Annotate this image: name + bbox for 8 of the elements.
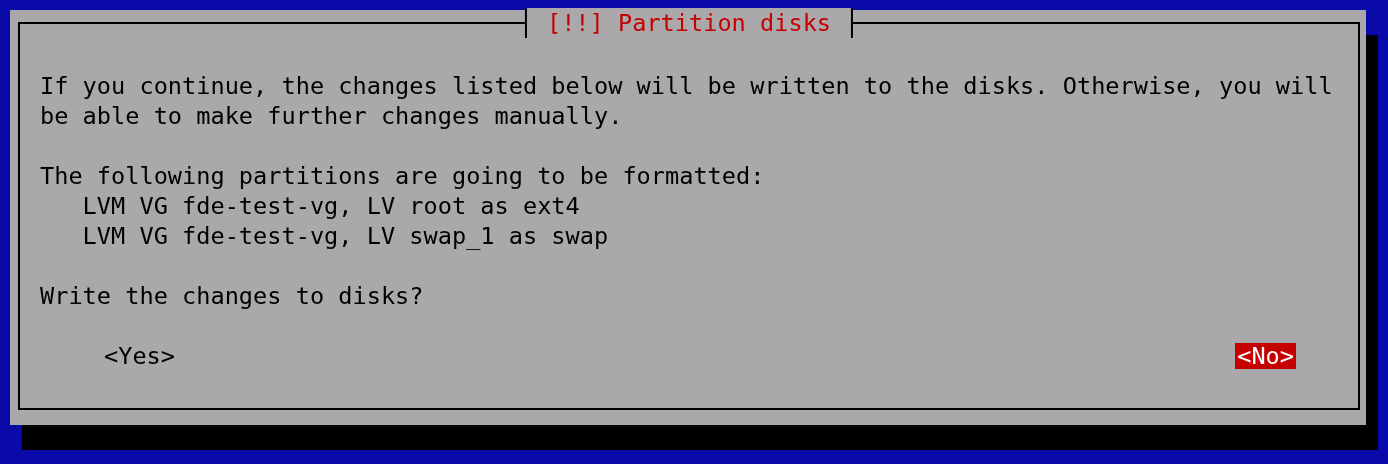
list-heading: The following partitions are going to be formatted: bbox=[40, 161, 766, 191]
dialog-button[interactable]: <Yes> bbox=[102, 343, 178, 369]
message-text: If you continue, the changes listed below will be written to the disks. Otherwise, you will be able to make further changes manually. bbox=[40, 71, 1333, 131]
partition-item: LVM VG fde-test-vg, LV swap_1 as swap bbox=[81, 221, 610, 251]
partition-item: LVM VG fde-test-vg, LV root as ext4 bbox=[81, 191, 581, 221]
question-text: Write the changes to disks? bbox=[40, 281, 425, 311]
dialog-title: [!!] Partition disks bbox=[524, 8, 854, 38]
dialog-button[interactable]: <No> bbox=[1235, 343, 1296, 369]
